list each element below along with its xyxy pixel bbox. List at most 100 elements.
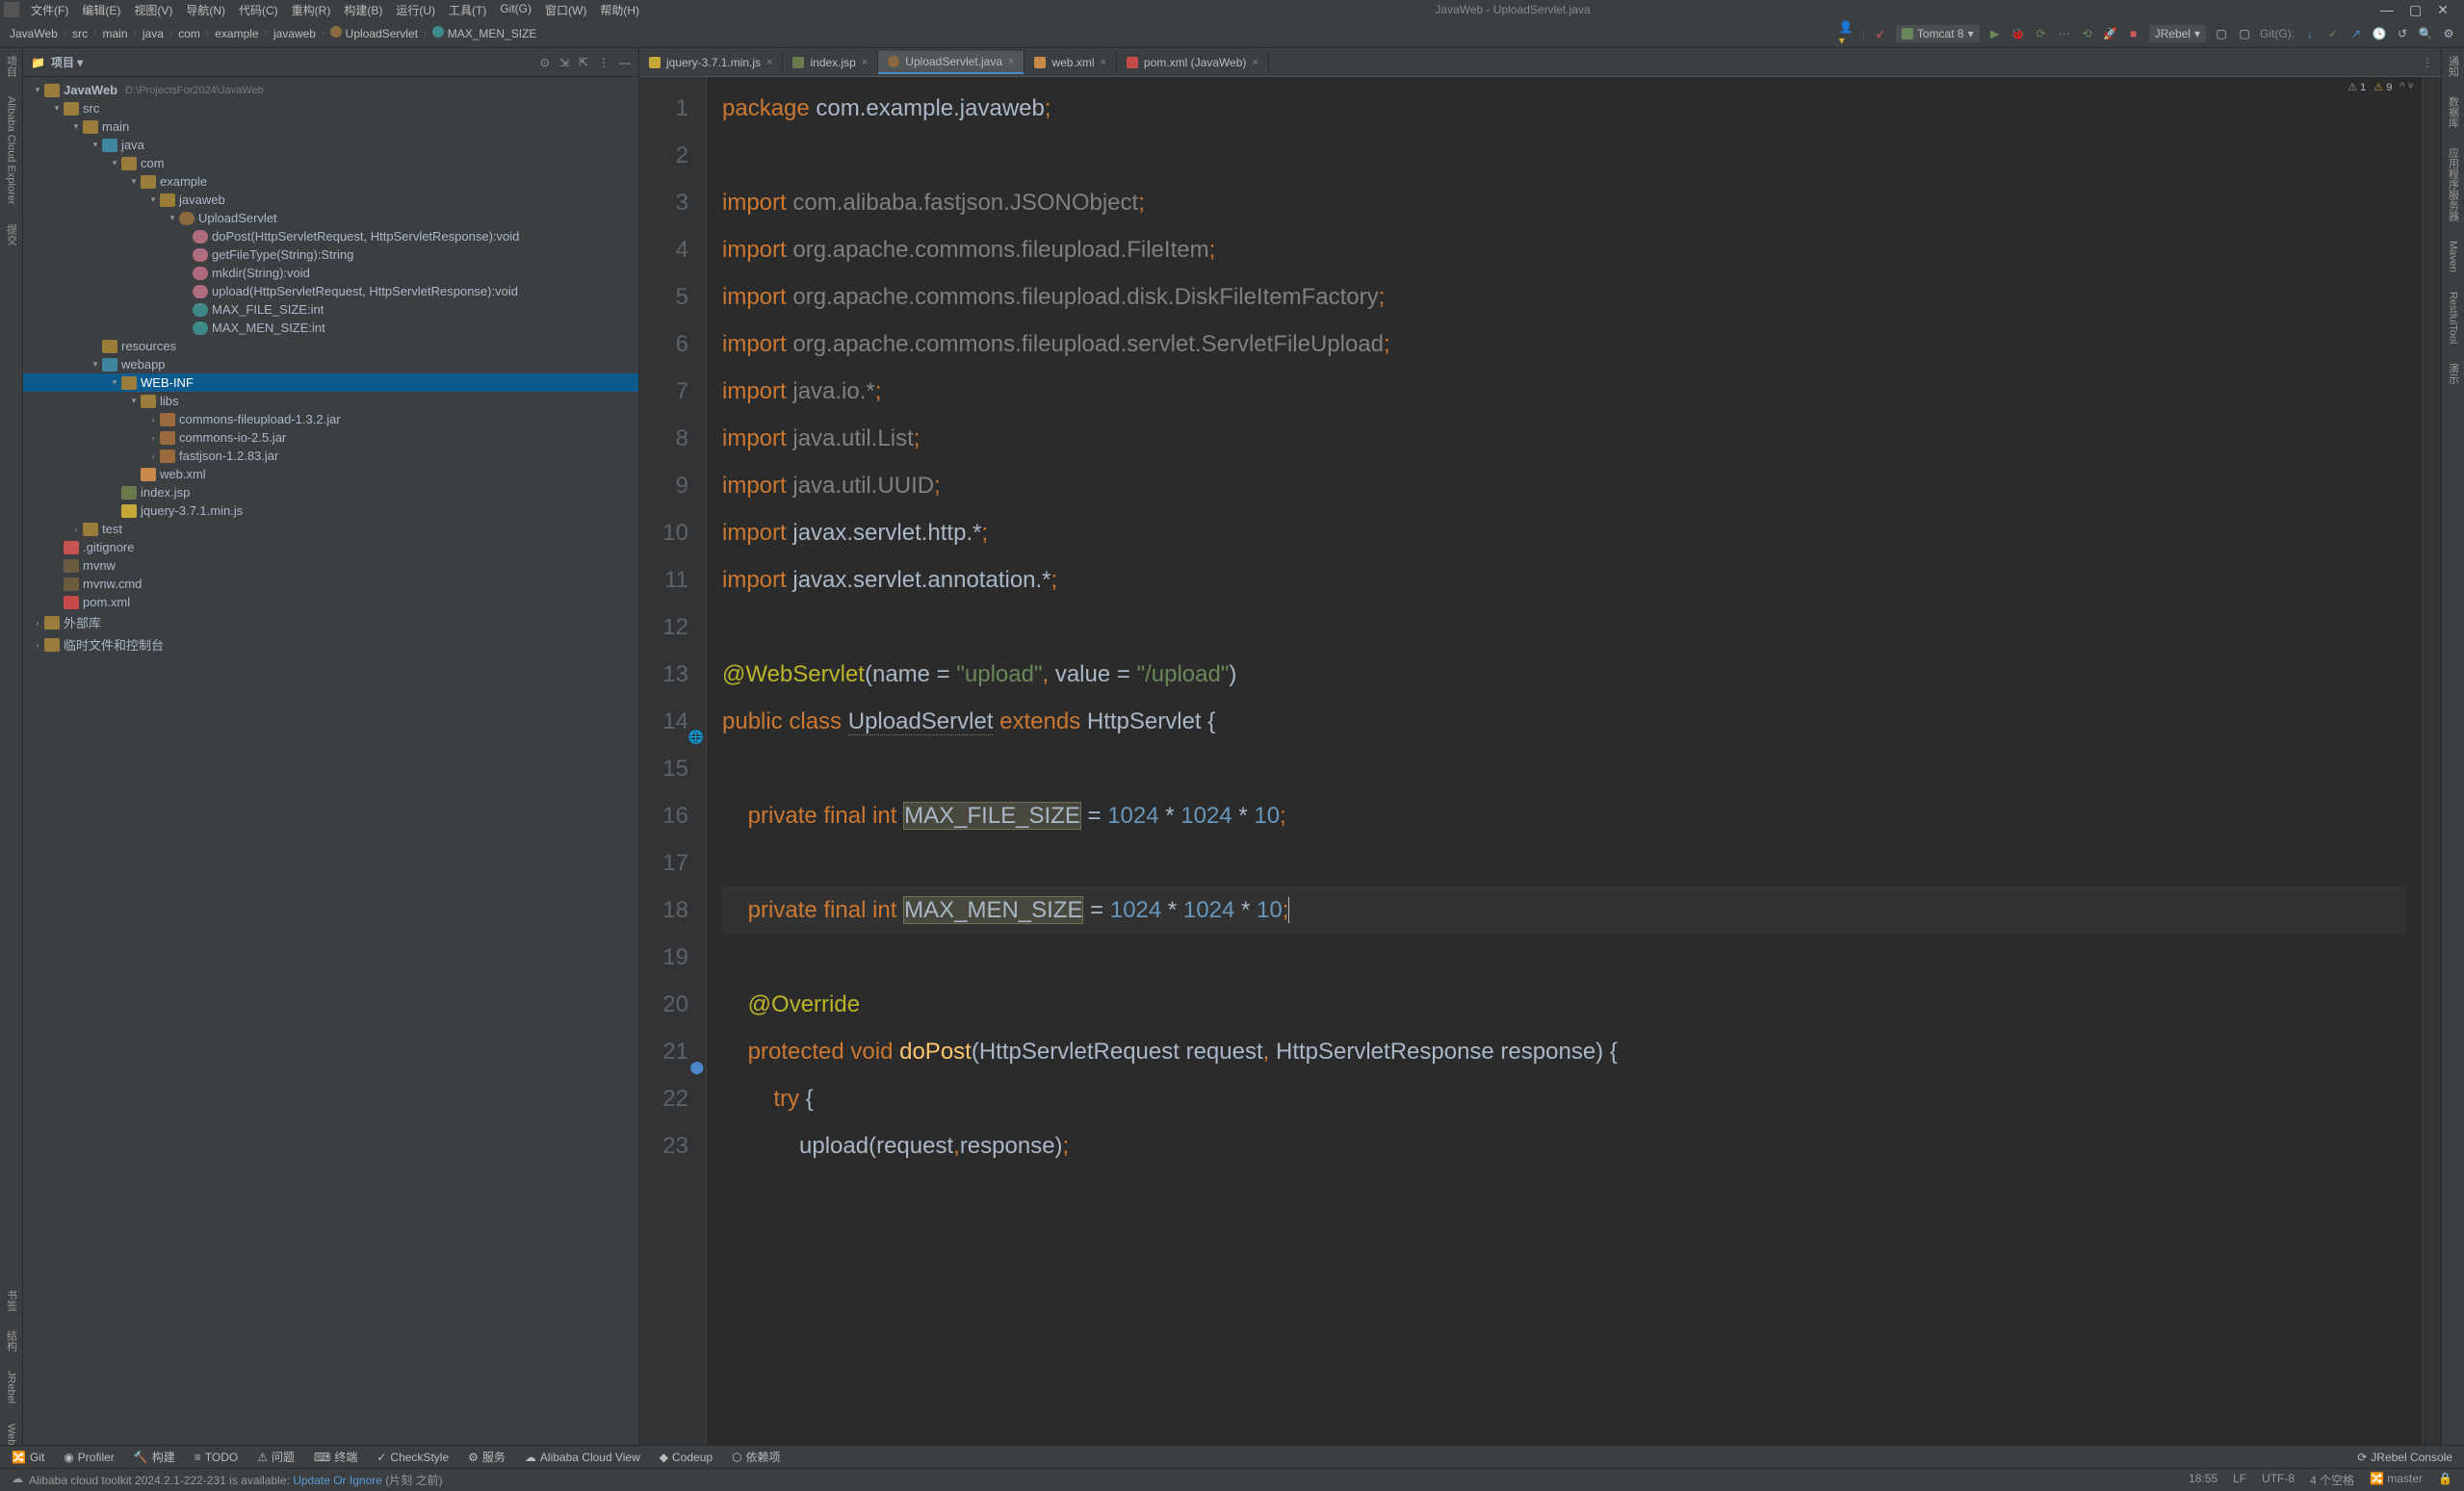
tree-method-mkdir[interactable]: mkdir(String):void	[23, 264, 638, 282]
crumb-example[interactable]: example	[213, 27, 260, 40]
tab-webxml[interactable]: web.xml×	[1025, 52, 1116, 73]
project-tree[interactable]: ▾JavaWebD:\ProjectsFor2024\JavaWeb ▾src …	[23, 77, 638, 1445]
tree-webapp[interactable]: ▾webapp	[23, 355, 638, 373]
tree-src[interactable]: ▾src	[23, 99, 638, 117]
menu-file[interactable]: 文件(F)	[25, 0, 74, 20]
tab-uploadservlet[interactable]: UploadServlet.java×	[878, 51, 1025, 74]
toolwin-git[interactable]: 🔀 Git	[12, 1451, 44, 1464]
tree-libs[interactable]: ▾libs	[23, 392, 638, 410]
tool-database[interactable]: 数据库	[2446, 96, 2461, 128]
status-icon[interactable]: ☁	[12, 1472, 23, 1488]
minimize-button[interactable]: —	[2380, 2, 2394, 18]
menu-code[interactable]: 代码(C)	[233, 0, 284, 20]
toolwin-checkstyle[interactable]: ✓ CheckStyle	[376, 1451, 449, 1464]
jrebel-selector[interactable]: JRebel ▾	[2149, 25, 2206, 42]
tree-resources[interactable]: resources	[23, 337, 638, 355]
tool-demo[interactable]: 演示	[2446, 363, 2461, 384]
menu-help[interactable]: 帮助(H)	[594, 0, 645, 20]
tree-field-maxmen[interactable]: MAX_MEN_SIZE:int	[23, 319, 638, 337]
tree-mvnw[interactable]: mvnw	[23, 556, 638, 575]
crumb-src[interactable]: src	[70, 27, 90, 40]
close-icon[interactable]: ×	[766, 57, 772, 68]
profile-button[interactable]: ⋯	[2057, 26, 2072, 41]
tree-class-upload[interactable]: ▾UploadServlet	[23, 209, 638, 227]
indent-setting[interactable]: 4 个空格	[2310, 1472, 2354, 1488]
git-update-icon[interactable]: ↓	[2302, 26, 2318, 41]
tree-jar-fileupload[interactable]: ›commons-fileupload-1.3.2.jar	[23, 410, 638, 428]
error-stripe[interactable]	[2422, 77, 2441, 1445]
jrebel-icon-2[interactable]: ▢	[2237, 26, 2252, 41]
tree-main[interactable]: ▾main	[23, 117, 638, 136]
tab-jquery[interactable]: jquery-3.7.1.min.js×	[639, 52, 783, 73]
caret-position[interactable]: 18:55	[2189, 1472, 2218, 1488]
tool-project[interactable]: 项目	[4, 56, 19, 77]
menu-git[interactable]: Git(G)	[494, 0, 537, 20]
tree-example[interactable]: ▾example	[23, 172, 638, 191]
crumb-javaweb[interactable]: javaweb	[272, 27, 318, 40]
git-rollback-icon[interactable]: ↺	[2395, 26, 2410, 41]
close-icon[interactable]: ×	[1100, 57, 1105, 68]
tree-method-upload[interactable]: upload(HttpServletRequest, HttpServletRe…	[23, 282, 638, 300]
tool-bookmarks[interactable]: 书签	[4, 1290, 19, 1311]
sidebar-hide-icon[interactable]: —	[619, 56, 631, 69]
tree-com[interactable]: ▾com	[23, 154, 638, 172]
git-branch[interactable]: 🔀 master	[2370, 1472, 2423, 1488]
git-commit-icon[interactable]: ✓	[2325, 26, 2341, 41]
close-icon[interactable]: ×	[1008, 56, 1014, 67]
tree-indexjsp[interactable]: index.jsp	[23, 483, 638, 501]
debug-button[interactable]: 🐞	[2010, 26, 2026, 41]
close-icon[interactable]: ×	[1252, 57, 1258, 68]
inspection-indicator[interactable]: ⚠ 1 ⚠ 9 ^ ˅	[2347, 81, 2414, 93]
tool-structure[interactable]: 结构	[4, 1330, 19, 1351]
tree-mvnwcmd[interactable]: mvnw.cmd	[23, 575, 638, 593]
toolwin-profiler[interactable]: ◉ Profiler	[64, 1451, 115, 1464]
status-update-link[interactable]: Update Or Ignore	[293, 1474, 382, 1487]
tool-notifications[interactable]: 通知	[2446, 56, 2461, 77]
crumb-project[interactable]: JavaWeb	[8, 27, 60, 40]
toolwin-alicloud[interactable]: ☁ Alibaba Cloud View	[525, 1451, 640, 1464]
file-encoding[interactable]: UTF-8	[2262, 1472, 2295, 1488]
run-more-icon[interactable]: 🚀	[2103, 26, 2118, 41]
tool-restful[interactable]: RestfulTool	[2448, 292, 2459, 344]
jrebel-icon-1[interactable]: ▢	[2214, 26, 2229, 41]
tool-jrebel[interactable]: JRebel	[6, 1371, 17, 1403]
toolwin-services[interactable]: ⚙ 服务	[468, 1449, 506, 1465]
menu-build[interactable]: 构建(B)	[338, 0, 388, 20]
code-editor[interactable]: package com.example.javaweb; import com.…	[707, 77, 2422, 1445]
menu-tools[interactable]: 工具(T)	[443, 0, 492, 20]
tree-webinf[interactable]: ▾WEB-INF	[23, 373, 638, 392]
menu-refactor[interactable]: 重构(R)	[286, 0, 337, 20]
toolwin-jrebel[interactable]: ⟳ JRebel Console	[2357, 1451, 2452, 1464]
crumb-class[interactable]: UploadServlet	[328, 26, 420, 40]
rerun-button[interactable]: ⟲	[2080, 26, 2095, 41]
coverage-button[interactable]: ⟳	[2034, 26, 2049, 41]
tree-java[interactable]: ▾java	[23, 136, 638, 154]
tree-javaweb[interactable]: ▾javaweb	[23, 191, 638, 209]
git-push-icon[interactable]: ↗	[2348, 26, 2364, 41]
run-config-selector[interactable]: Tomcat 8 ▾	[1896, 25, 1980, 42]
tree-root[interactable]: ▾JavaWebD:\ProjectsFor2024\JavaWeb	[23, 81, 638, 99]
user-icon[interactable]: 👤▾	[1839, 26, 1854, 41]
maximize-button[interactable]: ▢	[2409, 2, 2422, 18]
git-history-icon[interactable]: 🕓	[2372, 26, 2387, 41]
menu-run[interactable]: 运行(U)	[390, 0, 441, 20]
menu-view[interactable]: 视图(V)	[128, 0, 178, 20]
override-gutter-icon[interactable]: ⬤	[689, 1043, 704, 1091]
tool-commit[interactable]: 提交	[4, 224, 19, 245]
tab-pomxml[interactable]: pom.xml (JavaWeb)×	[1117, 52, 1269, 73]
tool-alibaba[interactable]: Alibaba Cloud Explorer	[6, 96, 17, 205]
crumb-com[interactable]: com	[176, 27, 202, 40]
settings-icon[interactable]: ⚙	[2441, 26, 2456, 41]
tab-more-icon[interactable]: ⋮	[2414, 56, 2441, 69]
crumb-java[interactable]: java	[141, 27, 166, 40]
sidebar-settings-icon[interactable]: ⋮	[598, 56, 610, 69]
expand-icon[interactable]: ⇲	[559, 56, 569, 69]
tree-jar-commonsio[interactable]: ›commons-io-2.5.jar	[23, 428, 638, 447]
tool-web[interactable]: Web	[6, 1424, 17, 1445]
menu-window[interactable]: 窗口(W)	[539, 0, 592, 20]
web-gutter-icon[interactable]: 🌐	[688, 713, 704, 760]
toolwin-terminal[interactable]: ⌨ 终端	[314, 1449, 357, 1465]
tab-indexjsp[interactable]: index.jsp×	[783, 52, 878, 73]
tree-method-getfiletype[interactable]: getFileType(String):String	[23, 245, 638, 264]
tree-jquery[interactable]: jquery-3.7.1.min.js	[23, 501, 638, 520]
